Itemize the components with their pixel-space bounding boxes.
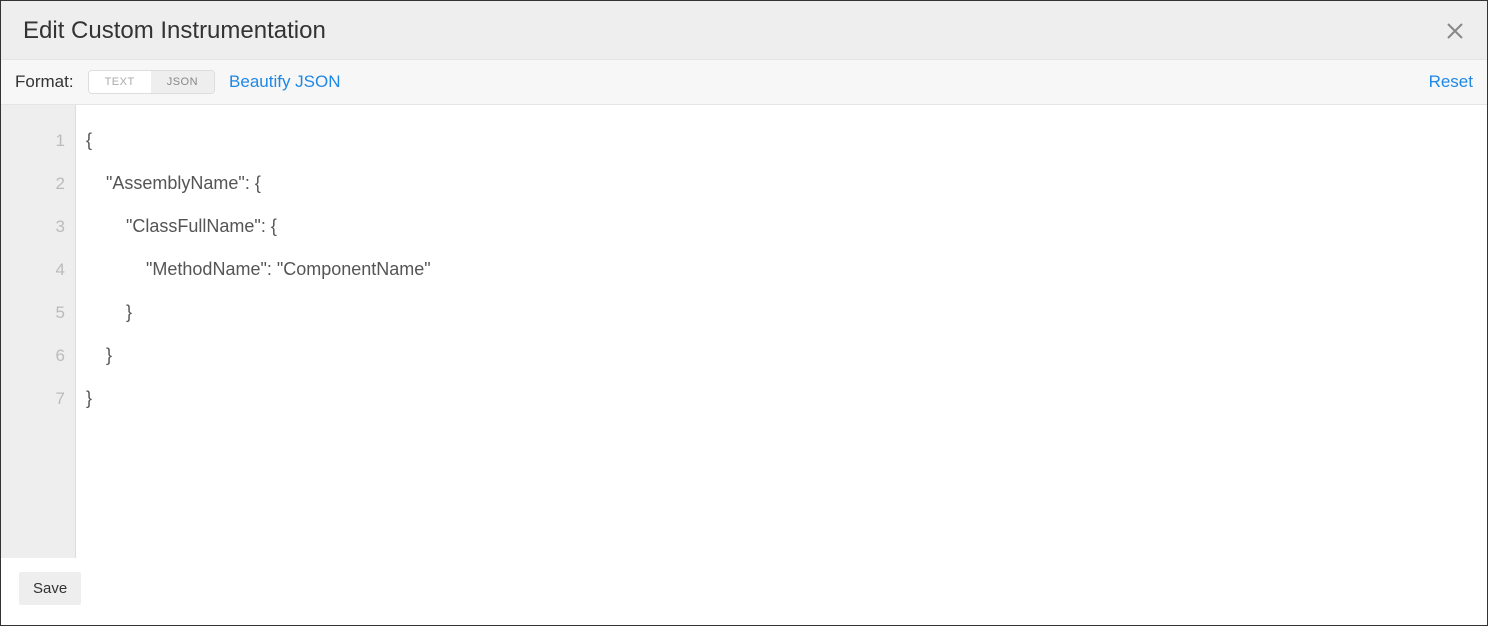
code-line: } (86, 334, 1477, 377)
format-toggle-json[interactable]: JSON (151, 71, 214, 93)
dialog-footer: Save (1, 558, 1487, 625)
reset-link[interactable]: Reset (1429, 72, 1473, 92)
code-line: } (86, 377, 1477, 420)
line-number: 7 (1, 377, 75, 420)
beautify-json-link[interactable]: Beautify JSON (229, 72, 341, 92)
line-number: 2 (1, 162, 75, 205)
line-number: 5 (1, 291, 75, 334)
code-line: } (86, 291, 1477, 334)
format-toggle-text[interactable]: TEXT (89, 71, 151, 93)
code-line: "MethodName": "ComponentName" (86, 248, 1477, 291)
line-number: 6 (1, 334, 75, 377)
close-button[interactable] (1445, 21, 1465, 41)
close-icon (1445, 21, 1465, 41)
code-content[interactable]: { "AssemblyName": { "ClassFullName": { "… (76, 105, 1487, 558)
format-label: Format: (15, 72, 74, 92)
line-number: 3 (1, 205, 75, 248)
line-number: 4 (1, 248, 75, 291)
save-button[interactable]: Save (19, 572, 81, 605)
line-number-gutter: 1 2 3 4 5 6 7 (1, 105, 76, 558)
code-line: "AssemblyName": { (86, 162, 1477, 205)
code-line: "ClassFullName": { (86, 205, 1477, 248)
code-line: { (86, 119, 1477, 162)
format-toggle: TEXT JSON (88, 70, 215, 94)
dialog-header: Edit Custom Instrumentation (1, 1, 1487, 60)
edit-instrumentation-dialog: Edit Custom Instrumentation Format: TEXT… (0, 0, 1488, 626)
dialog-title: Edit Custom Instrumentation (23, 17, 326, 45)
line-number: 1 (1, 119, 75, 162)
code-editor[interactable]: 1 2 3 4 5 6 7 { "AssemblyName": { "Class… (1, 105, 1487, 558)
toolbar: Format: TEXT JSON Beautify JSON Reset (1, 60, 1487, 105)
